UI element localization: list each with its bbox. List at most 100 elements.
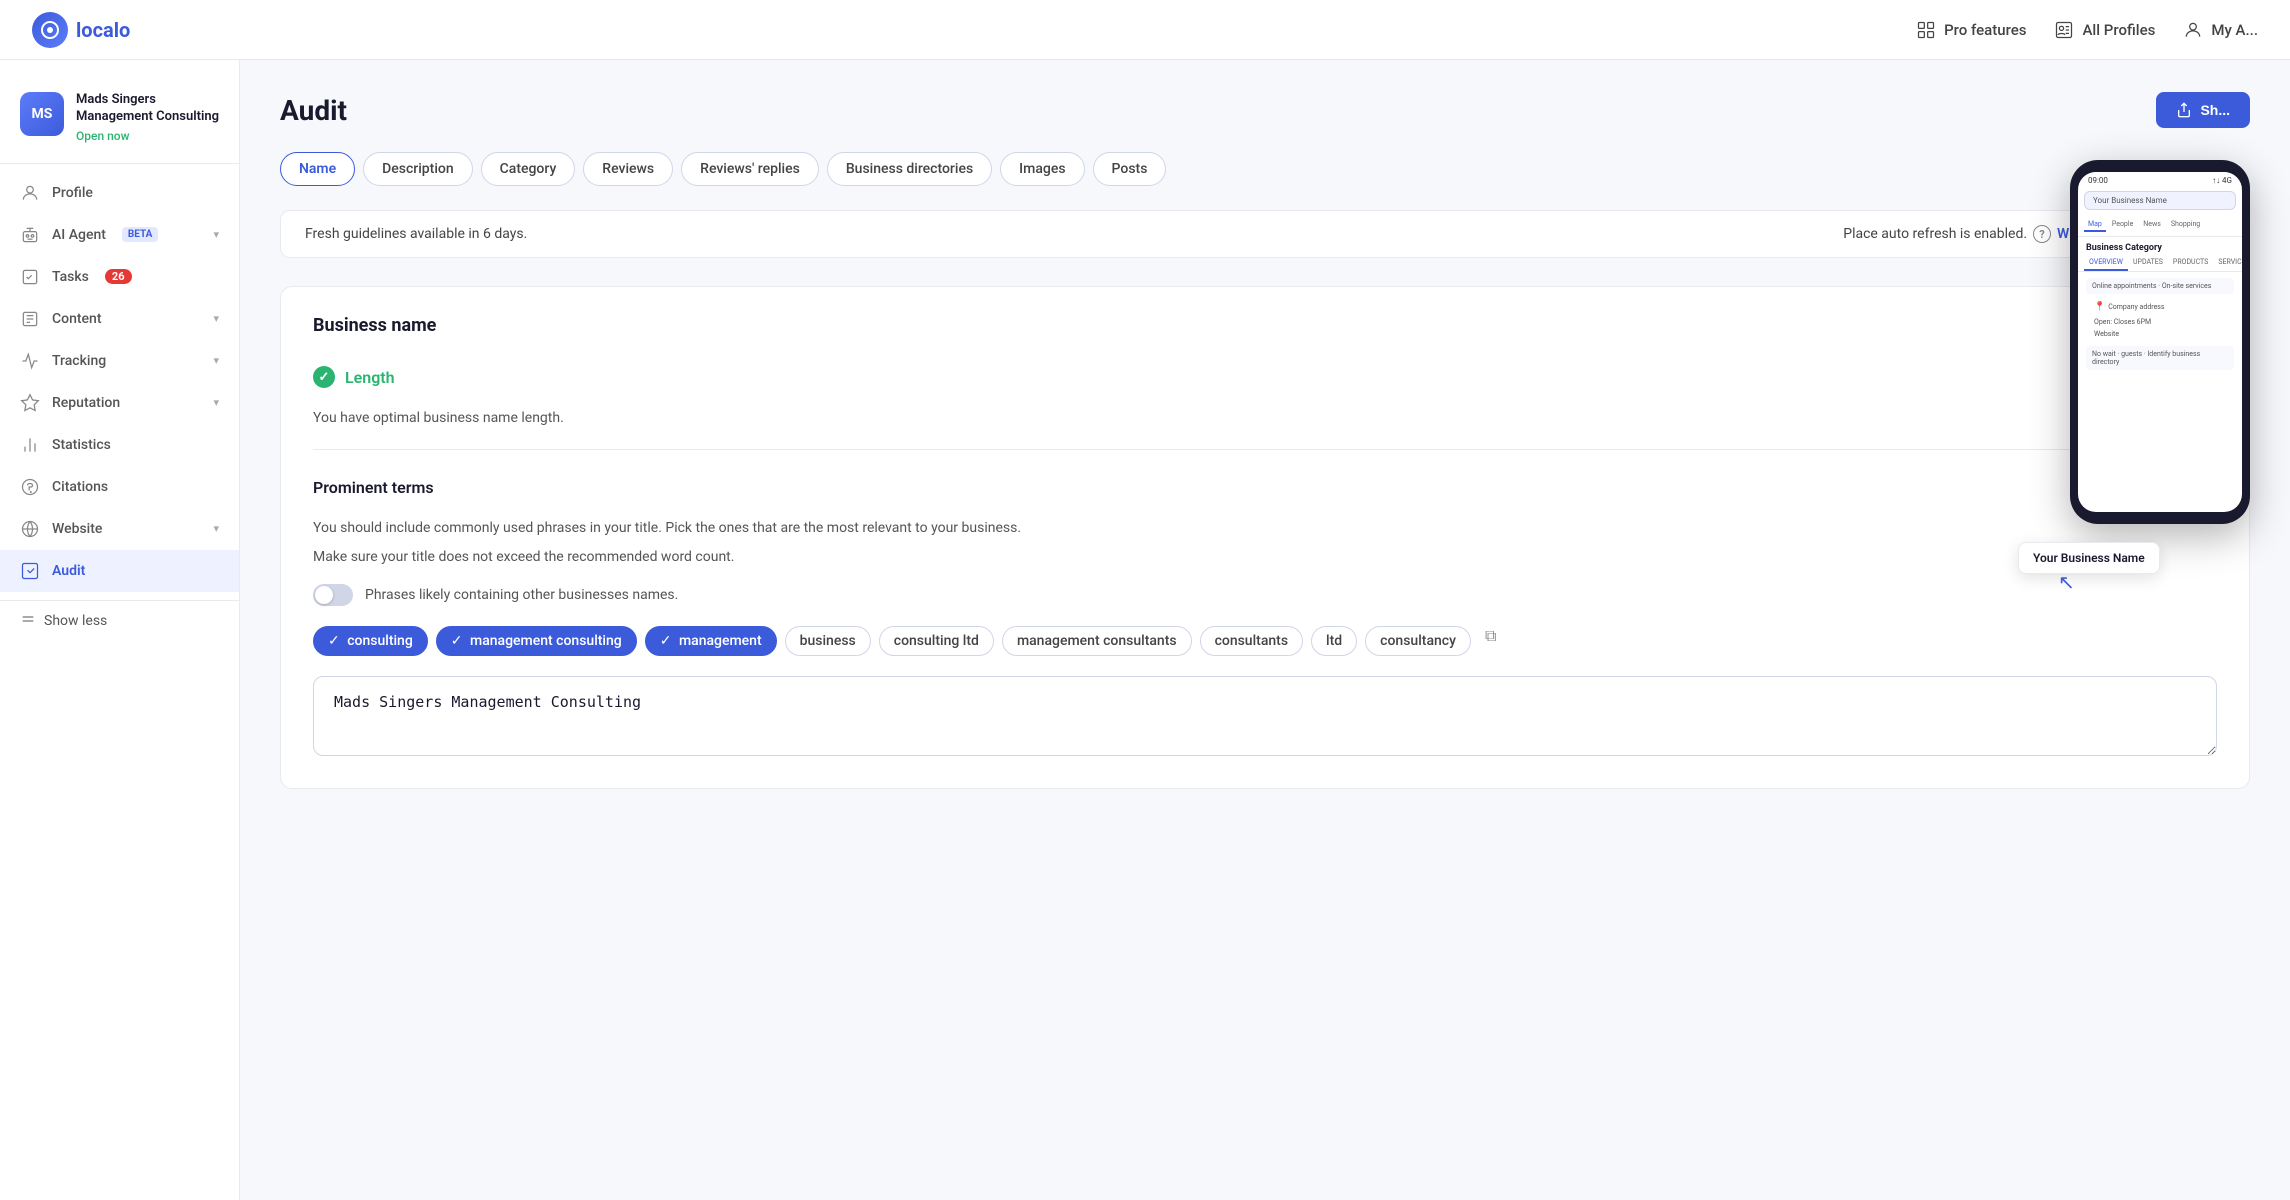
audit-icon [20,561,40,581]
phone-nav-more: Shopping [2167,218,2204,232]
top-nav: localo Pro features All Profiles [0,0,2290,60]
prominent-desc: You should include commonly used phrases… [313,518,2217,539]
auto-refresh-text: Place auto refresh is enabled. [1843,226,2027,242]
tabs: Name Description Category Reviews Review… [280,152,2250,186]
copy-icon[interactable]: ⧉ [1485,626,1496,656]
sidebar-item-website[interactable]: Website ▾ [0,508,239,550]
help-icon[interactable]: ? [2033,225,2051,243]
sidebar: MS Mads Singers Management Consulting Op… [0,60,240,1200]
tag-ltd[interactable]: ltd [1311,626,1357,656]
phone-search-bar: Your Business Name [2084,191,2236,210]
phone-nav-news: News [2139,218,2165,232]
person-icon [20,183,40,203]
tasks-icon [20,267,40,287]
phone-tab-updates: UPDATES [2128,255,2168,271]
length-row: ✓ Length Details [313,360,2217,394]
toggle-knob [315,586,333,604]
card-title: Business name [313,315,2217,336]
tag-check-icon: ✓ [660,633,672,649]
tag-management[interactable]: ✓ management [645,626,777,656]
phone-mockup: 09:00 ↑↓ 4G Your Business Name Map Peopl… [2070,160,2250,524]
beta-badge: BETA [122,227,159,242]
share-button[interactable]: Sh... [2156,92,2250,128]
tasks-badge: 26 [105,269,132,284]
tag-consultants[interactable]: consultants [1200,626,1303,656]
audit-card: Business name ✓ Length Details You have … [280,286,2250,789]
website-icon [20,519,40,539]
my-account-nav[interactable]: My A... [2183,20,2258,40]
robot-icon [20,225,40,245]
business-name-input[interactable] [313,676,2217,756]
tag-check-icon: ✓ [451,633,463,649]
tag-check-icon: ✓ [328,633,340,649]
phone-row-1: Online appointments · On-site services [2086,278,2234,294]
phrases-toggle[interactable] [313,584,353,606]
tab-posts[interactable]: Posts [1093,152,1167,186]
sidebar-item-citations[interactable]: Citations [0,466,239,508]
length-label: ✓ Length [313,366,395,388]
profile-status: Open now [76,129,219,143]
profile-info: Mads Singers Management Consulting Open … [76,92,219,143]
phone-tabs: OVERVIEW UPDATES PRODUCTS SERVICES [2078,255,2242,272]
page-title: Audit [280,94,347,127]
sidebar-item-statistics[interactable]: Statistics [0,424,239,466]
chevron-down-icon: ▾ [213,396,219,409]
sidebar-item-ai-agent[interactable]: AI Agent BETA ▾ [0,214,239,256]
all-profiles-nav[interactable]: All Profiles [2054,20,2155,40]
logo[interactable]: localo [32,12,130,48]
tab-images[interactable]: Images [1000,152,1084,186]
phone-content: Online appointments · On-site services 📍… [2078,272,2242,380]
sidebar-item-tracking[interactable]: Tracking ▾ [0,340,239,382]
sidebar-item-tasks[interactable]: Tasks 26 [0,256,239,298]
tag-management-consultants[interactable]: management consultants [1002,626,1192,656]
toggle-row: Phrases likely containing other business… [313,584,2217,606]
tooltip-bubble: Your Business Name [2018,542,2160,574]
info-banner: Fresh guidelines available in 6 days. Pl… [280,210,2250,258]
sidebar-item-audit[interactable]: Audit [0,550,239,592]
reputation-icon [20,393,40,413]
prominent-row: Prominent terms Details [313,470,2217,504]
phone-business-name: Business Category [2078,237,2242,255]
divider [313,449,2217,450]
phone-nav-people: People [2108,218,2137,232]
phone-tab-services: SERVICES [2213,255,2242,271]
sidebar-item-reputation[interactable]: Reputation ▾ [0,382,239,424]
toggle-label: Phrases likely containing other business… [365,587,678,603]
tab-reviews[interactable]: Reviews [583,152,673,186]
word-count-note: Make sure your title does not exceed the… [313,547,2217,568]
phone-status-bar: 09:00 ↑↓ 4G [2078,172,2242,187]
tracking-icon [20,351,40,371]
main-content: Audit Sh... Name Description Category Re… [240,60,2290,1200]
tab-description[interactable]: Description [363,152,473,186]
tags-container: ✓ consulting ✓ management consulting ✓ m… [313,626,2217,656]
sidebar-item-content[interactable]: Content ▾ [0,298,239,340]
layout: MS Mads Singers Management Consulting Op… [0,0,2290,1200]
chevron-down-icon: ▾ [213,522,219,535]
cursor-icon: ↖ [2058,570,2075,594]
phone-mockup-container: 09:00 ↑↓ 4G Your Business Name Map Peopl… [2070,160,2270,524]
phone-tab-overview: OVERVIEW [2084,255,2128,271]
phone-website: Website [2086,328,2234,340]
tag-business[interactable]: business [785,626,871,656]
tab-business-directories[interactable]: Business directories [827,152,992,186]
phone-nav-map: Map [2084,218,2106,232]
show-less[interactable]: Show less [0,600,239,641]
tab-reviews-replies[interactable]: Reviews' replies [681,152,819,186]
citations-icon [20,477,40,497]
prominent-label: Prominent terms [313,478,434,497]
tag-consultancy[interactable]: consultancy [1365,626,1471,656]
tab-name[interactable]: Name [280,152,355,186]
tag-consulting-ltd[interactable]: consulting ltd [879,626,994,656]
tab-category[interactable]: Category [481,152,576,186]
phone-nav: Map People News Shopping [2078,214,2242,237]
length-desc: You have optimal business name length. [313,408,2217,429]
logo-icon [32,12,68,48]
tag-consulting[interactable]: ✓ consulting [313,626,428,656]
phone-tab-products: PRODUCTS [2168,255,2213,271]
sidebar-profile: MS Mads Singers Management Consulting Op… [0,76,239,164]
banner-text: Fresh guidelines available in 6 days. [305,226,527,242]
chevron-down-icon: ▾ [213,354,219,367]
sidebar-item-profile[interactable]: Profile [0,172,239,214]
pro-features-nav[interactable]: Pro features [1916,20,2026,40]
tag-management-consulting[interactable]: ✓ management consulting [436,626,637,656]
